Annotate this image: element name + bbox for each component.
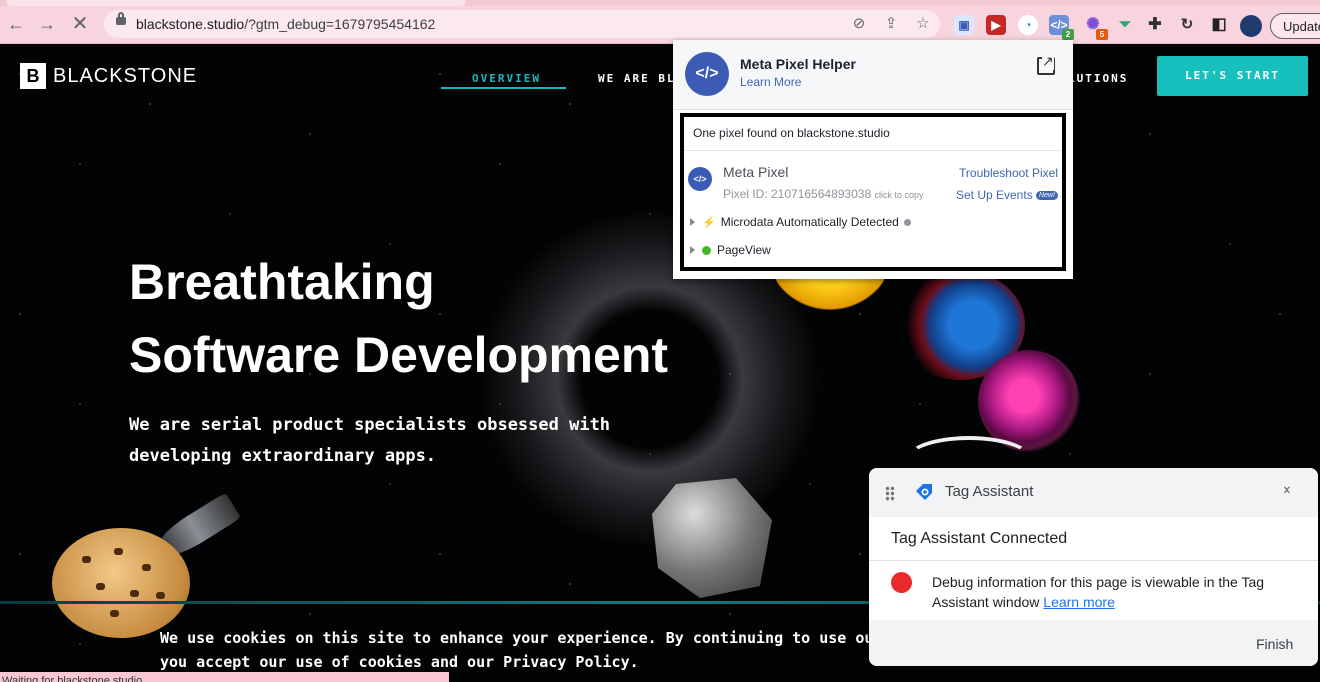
pageview-row[interactable]: PageView bbox=[690, 243, 771, 257]
stop-loading-icon[interactable]: ✕ bbox=[68, 12, 92, 36]
extension-icon-3[interactable]: ◔ bbox=[1018, 15, 1038, 35]
side-panel-icon[interactable]: ◧ bbox=[1209, 15, 1229, 35]
divider bbox=[684, 150, 1062, 151]
pixel-name: Meta Pixel bbox=[723, 164, 789, 180]
expand-caret-icon[interactable] bbox=[690, 218, 695, 226]
update-button[interactable]: Update bbox=[1270, 13, 1320, 39]
collapse-chevron-icon[interactable]: ⌄ ⌃ bbox=[1281, 478, 1293, 502]
browser-toolbar: ← → ✕ blackstone.studio/?gtm_debug=16797… bbox=[0, 6, 1320, 44]
hero-subtitle: We are serial product specialists obsess… bbox=[129, 415, 611, 466]
meta-pixel-logo-icon: </> bbox=[685, 52, 729, 96]
tag-assistant-header: Tag Assistant ⌄ ⌃ bbox=[869, 468, 1318, 517]
pixel-helper-header: </> Meta Pixel Helper Learn More bbox=[673, 40, 1073, 110]
meta-pixel-helper-popup: </> Meta Pixel Helper Learn More One pix… bbox=[673, 40, 1073, 279]
extension-icon-2[interactable]: ▶ bbox=[986, 15, 1006, 35]
logo-text: BLACKSTONE bbox=[53, 64, 198, 87]
tag-assistant-title: Tag Assistant bbox=[945, 483, 1034, 500]
profile-avatar[interactable] bbox=[1240, 15, 1262, 37]
lets-start-button[interactable]: LET'S START bbox=[1157, 56, 1308, 96]
tag-assistant-footer: Finish bbox=[869, 620, 1318, 666]
address-bar[interactable]: blackstone.studio/?gtm_debug=16797954541… bbox=[104, 10, 940, 38]
eye-off-icon[interactable]: ⊘ bbox=[850, 15, 868, 33]
microdata-row[interactable]: ⚡ Microdata Automatically Detected bbox=[690, 215, 911, 229]
url-text[interactable]: blackstone.studio/?gtm_debug=16797954541… bbox=[136, 16, 435, 32]
forward-arrow-icon[interactable]: → bbox=[35, 12, 59, 36]
red-status-dot-icon bbox=[891, 572, 912, 593]
divider bbox=[869, 560, 1318, 561]
nav-active-underline bbox=[441, 87, 566, 89]
site-logo[interactable]: B BLACKSTONE bbox=[20, 63, 198, 89]
filter-icon[interactable]: ⏷ bbox=[1115, 15, 1135, 35]
sync-icon[interactable]: ↻ bbox=[1177, 15, 1197, 35]
browser-status-bar: Waiting for blackstone.studio... bbox=[0, 672, 449, 682]
new-badge: New! bbox=[1036, 191, 1058, 201]
expand-caret-icon[interactable] bbox=[690, 246, 695, 254]
nav-we-are[interactable]: WE ARE BL bbox=[598, 72, 676, 85]
success-check-icon bbox=[702, 246, 711, 255]
lock-icon[interactable] bbox=[116, 12, 126, 25]
troubleshoot-pixel-link[interactable]: Troubleshoot Pixel bbox=[959, 166, 1058, 180]
share-icon[interactable]: ⇪ bbox=[882, 15, 900, 33]
pixel-count-badge: 2 bbox=[1062, 29, 1074, 40]
connection-status: Tag Assistant Connected bbox=[891, 530, 1068, 547]
extension-icon-5[interactable]: ✺ 5 bbox=[1083, 15, 1108, 40]
nav-solutions[interactable]: LUTIONS bbox=[1068, 72, 1128, 85]
debug-message: Debug information for this page is viewa… bbox=[932, 574, 1265, 610]
back-arrow-icon[interactable]: ← bbox=[4, 12, 28, 36]
nav-overview[interactable]: OVERVIEW bbox=[472, 72, 541, 85]
finish-button[interactable]: Finish bbox=[1256, 636, 1293, 652]
lightning-icon: ⚡ bbox=[702, 217, 716, 229]
pixel-helper-title: Meta Pixel Helper bbox=[740, 56, 856, 72]
logo-mark: B bbox=[20, 63, 46, 89]
meta-pixel-helper-icon[interactable]: </> 2 bbox=[1049, 15, 1074, 40]
pixels-found-text: One pixel found on blackstone.studio bbox=[693, 126, 890, 140]
puzzle-icon[interactable]: ✚ bbox=[1145, 15, 1165, 35]
cookie-notice: We use cookies on this site to enhance y… bbox=[160, 629, 874, 671]
pixel-code-icon: </> bbox=[688, 167, 712, 191]
tag-assistant-panel: Tag Assistant ⌄ ⌃ Tag Assistant Connected… bbox=[869, 468, 1318, 666]
open-external-icon[interactable] bbox=[1037, 53, 1055, 75]
extension-badge: 5 bbox=[1096, 29, 1108, 40]
pixel-details-box: One pixel found on blackstone.studio </>… bbox=[680, 113, 1066, 271]
magenta-planet bbox=[978, 350, 1080, 452]
cookie-image bbox=[52, 528, 190, 638]
pixel-helper-learn-more-link[interactable]: Learn More bbox=[740, 75, 801, 89]
pixel-id[interactable]: Pixel ID: 210716564893038 click to copy bbox=[723, 187, 924, 201]
drag-handle-icon[interactable] bbox=[885, 486, 895, 502]
info-icon[interactable] bbox=[903, 219, 911, 226]
set-up-events-link[interactable]: Set Up Events New! bbox=[956, 188, 1058, 202]
tag-assistant-learn-more-link[interactable]: Learn more bbox=[1043, 594, 1115, 610]
click-to-copy-label[interactable]: click to copy bbox=[874, 190, 923, 200]
tag-assistant-logo-icon bbox=[916, 484, 932, 500]
bookmark-star-icon[interactable]: ☆ bbox=[914, 15, 932, 33]
extension-icon-1[interactable]: ▣ bbox=[954, 15, 974, 35]
